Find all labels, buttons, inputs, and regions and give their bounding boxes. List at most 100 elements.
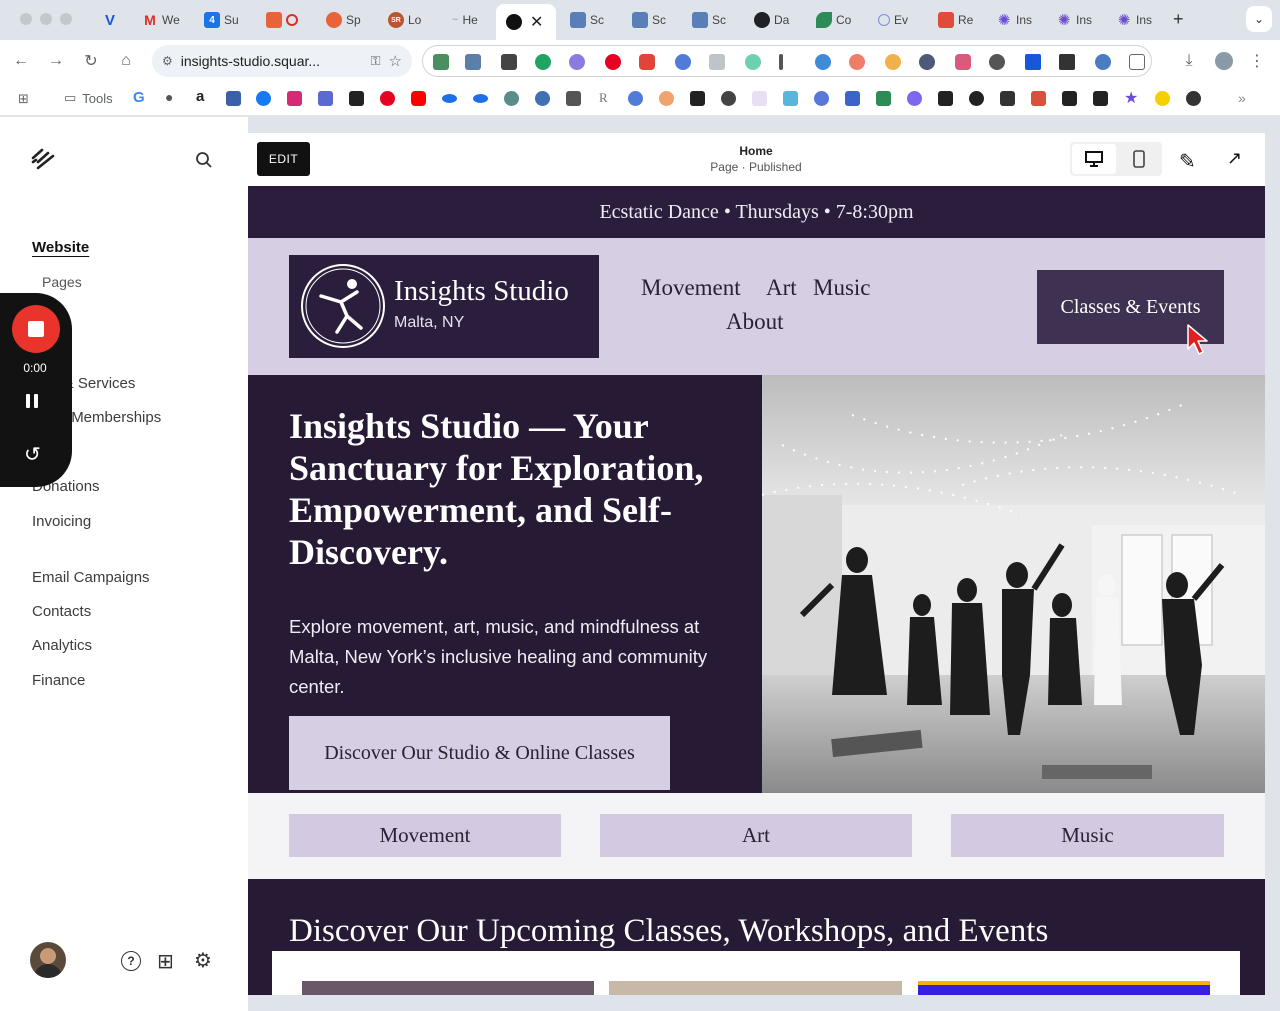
puzzle-icon[interactable] — [1129, 54, 1145, 70]
edit-button[interactable]: EDIT — [257, 142, 310, 176]
k-icon[interactable] — [1186, 91, 1201, 106]
design-brush-icon[interactable]: ✎ — [1179, 149, 1196, 174]
bookmark-icon[interactable] — [876, 91, 891, 106]
tab-14[interactable]: ✺ Ins — [992, 7, 1036, 33]
reload-icon[interactable]: ↻ — [80, 50, 102, 72]
grid-extension-icon[interactable] — [1059, 54, 1075, 70]
star-icon[interactable]: ★ — [1124, 88, 1138, 108]
bookmark-icon[interactable] — [814, 91, 829, 106]
address-bar[interactable]: ⚙ insights-studio.squar... ⚿ ☆ — [152, 45, 412, 77]
bookmark-icon[interactable] — [845, 91, 860, 106]
back-arrow-icon[interactable]: ← — [10, 50, 32, 72]
more-bookmarks-chevron-icon[interactable]: » — [1238, 90, 1246, 106]
category-music-button[interactable]: Music — [951, 814, 1224, 857]
window-minimize-button[interactable] — [40, 13, 52, 25]
mobile-view-button[interactable] — [1118, 144, 1160, 174]
tab-9[interactable]: Sc — [688, 7, 730, 33]
tab-3[interactable] — [262, 7, 302, 33]
extension-icon[interactable] — [815, 54, 831, 70]
bookmark-icon[interactable] — [938, 91, 953, 106]
tab-2[interactable]: 4 Su — [200, 7, 243, 33]
site-logo[interactable]: Insights Studio Malta, NY — [289, 255, 599, 358]
video-icon[interactable] — [639, 54, 655, 70]
meta-icon[interactable] — [473, 94, 488, 103]
instagram-icon[interactable] — [287, 91, 302, 106]
tab-7[interactable]: Sc — [566, 7, 608, 33]
tab-active-squarespace[interactable]: ✕ — [496, 4, 556, 40]
tab-15[interactable]: ✺ Ins — [1052, 7, 1096, 33]
apple-icon[interactable]: ● — [165, 89, 173, 105]
key-icon[interactable]: ⚿ — [371, 53, 381, 69]
tab-12[interactable]: Ev — [874, 7, 912, 33]
zoom-icon[interactable] — [628, 91, 643, 106]
site-info-icon[interactable]: ⚙ — [162, 54, 173, 68]
window-close-button[interactable] — [20, 13, 32, 25]
bookmark-icon[interactable] — [1031, 91, 1046, 106]
bookmark-icon[interactable] — [1155, 91, 1170, 106]
discover-studio-button[interactable]: Discover Our Studio & Online Classes — [289, 716, 670, 790]
announcement-bar[interactable]: Ecstatic Dance • Thursdays • 7-8:30pm — [248, 186, 1265, 238]
pinterest-icon[interactable] — [380, 91, 395, 106]
extension-icon[interactable] — [745, 54, 761, 70]
bookmark-icon[interactable] — [504, 91, 519, 106]
extension-icon[interactable] — [849, 54, 865, 70]
settings-gear-icon[interactable]: ⚙ — [194, 948, 212, 973]
profile-avatar-icon[interactable] — [1215, 52, 1233, 70]
bookmark-icon[interactable] — [1000, 91, 1015, 106]
user-avatar[interactable] — [30, 942, 66, 978]
s-icon[interactable] — [1093, 91, 1108, 106]
bookmark-icon[interactable] — [783, 91, 798, 106]
extension-icon[interactable] — [885, 54, 901, 70]
event-card-image[interactable] — [609, 981, 902, 995]
search-icon[interactable] — [195, 151, 213, 169]
tab-10[interactable]: Da — [750, 7, 793, 33]
window-zoom-button[interactable] — [60, 13, 72, 25]
tab-13[interactable]: Re — [934, 7, 977, 33]
bookmark-icon[interactable] — [907, 91, 922, 106]
tab-close-icon[interactable]: ✕ — [530, 12, 543, 32]
x-icon[interactable] — [349, 91, 364, 106]
pause-button[interactable] — [26, 394, 38, 408]
url-text[interactable]: insights-studio.squar... — [181, 53, 320, 69]
nav-art[interactable]: Art — [766, 275, 797, 301]
extension-icon[interactable] — [465, 54, 481, 70]
bookmark-icon[interactable] — [318, 91, 333, 106]
tab-gmail[interactable]: M We — [138, 7, 184, 33]
bookmark-folder-tools[interactable]: ▭ Tools — [64, 90, 113, 106]
browser-menu-icon[interactable]: ⋮ — [1246, 50, 1268, 72]
extension-icon[interactable] — [569, 54, 585, 70]
restart-icon[interactable]: ↺ — [24, 442, 41, 467]
v-extension-icon[interactable] — [1025, 54, 1041, 70]
eyedropper-icon[interactable] — [779, 54, 783, 70]
tab-8[interactable]: Sc — [628, 7, 670, 33]
squarespace-icon[interactable] — [566, 91, 581, 106]
tab-11[interactable]: Co — [812, 7, 855, 33]
desktop-view-button[interactable] — [1072, 144, 1116, 174]
zoom-icon[interactable] — [675, 54, 691, 70]
facebook-icon[interactable] — [256, 91, 271, 106]
grammarly-icon[interactable] — [535, 54, 551, 70]
sidebar-item-email-campaigns[interactable]: Email Campaigns — [32, 569, 150, 586]
sidebar-item-website[interactable]: Website — [32, 239, 89, 256]
k-icon[interactable] — [535, 91, 550, 106]
bookmark-star-icon[interactable]: ☆ — [389, 52, 402, 70]
apps-grid-icon[interactable]: ⊞ — [18, 91, 29, 107]
sidebar-item-analytics[interactable]: Analytics — [32, 637, 92, 654]
squarespace-logo-icon[interactable] — [30, 148, 56, 170]
sidebar-item-contacts[interactable]: Contacts — [32, 603, 91, 620]
tab-vercel[interactable]: V — [98, 7, 122, 33]
extension-icon[interactable] — [989, 54, 1005, 70]
google-icon[interactable]: G — [133, 89, 145, 106]
stop-recording-button[interactable] — [12, 305, 60, 353]
extension-icon[interactable] — [501, 54, 517, 70]
open-external-arrow-icon[interactable]: ↗ — [1227, 148, 1242, 169]
heart-extension-icon[interactable] — [919, 54, 935, 70]
bookmark-icon[interactable] — [690, 91, 705, 106]
home-icon[interactable]: ⌂ — [115, 50, 137, 72]
amazon-icon[interactable]: a — [196, 88, 204, 105]
event-card-image[interactable] — [302, 981, 594, 995]
image-icon[interactable] — [709, 54, 725, 70]
bookmark-icon[interactable] — [752, 91, 767, 106]
bookmark-icon[interactable] — [226, 91, 241, 106]
bookmark-icon[interactable] — [721, 91, 736, 106]
